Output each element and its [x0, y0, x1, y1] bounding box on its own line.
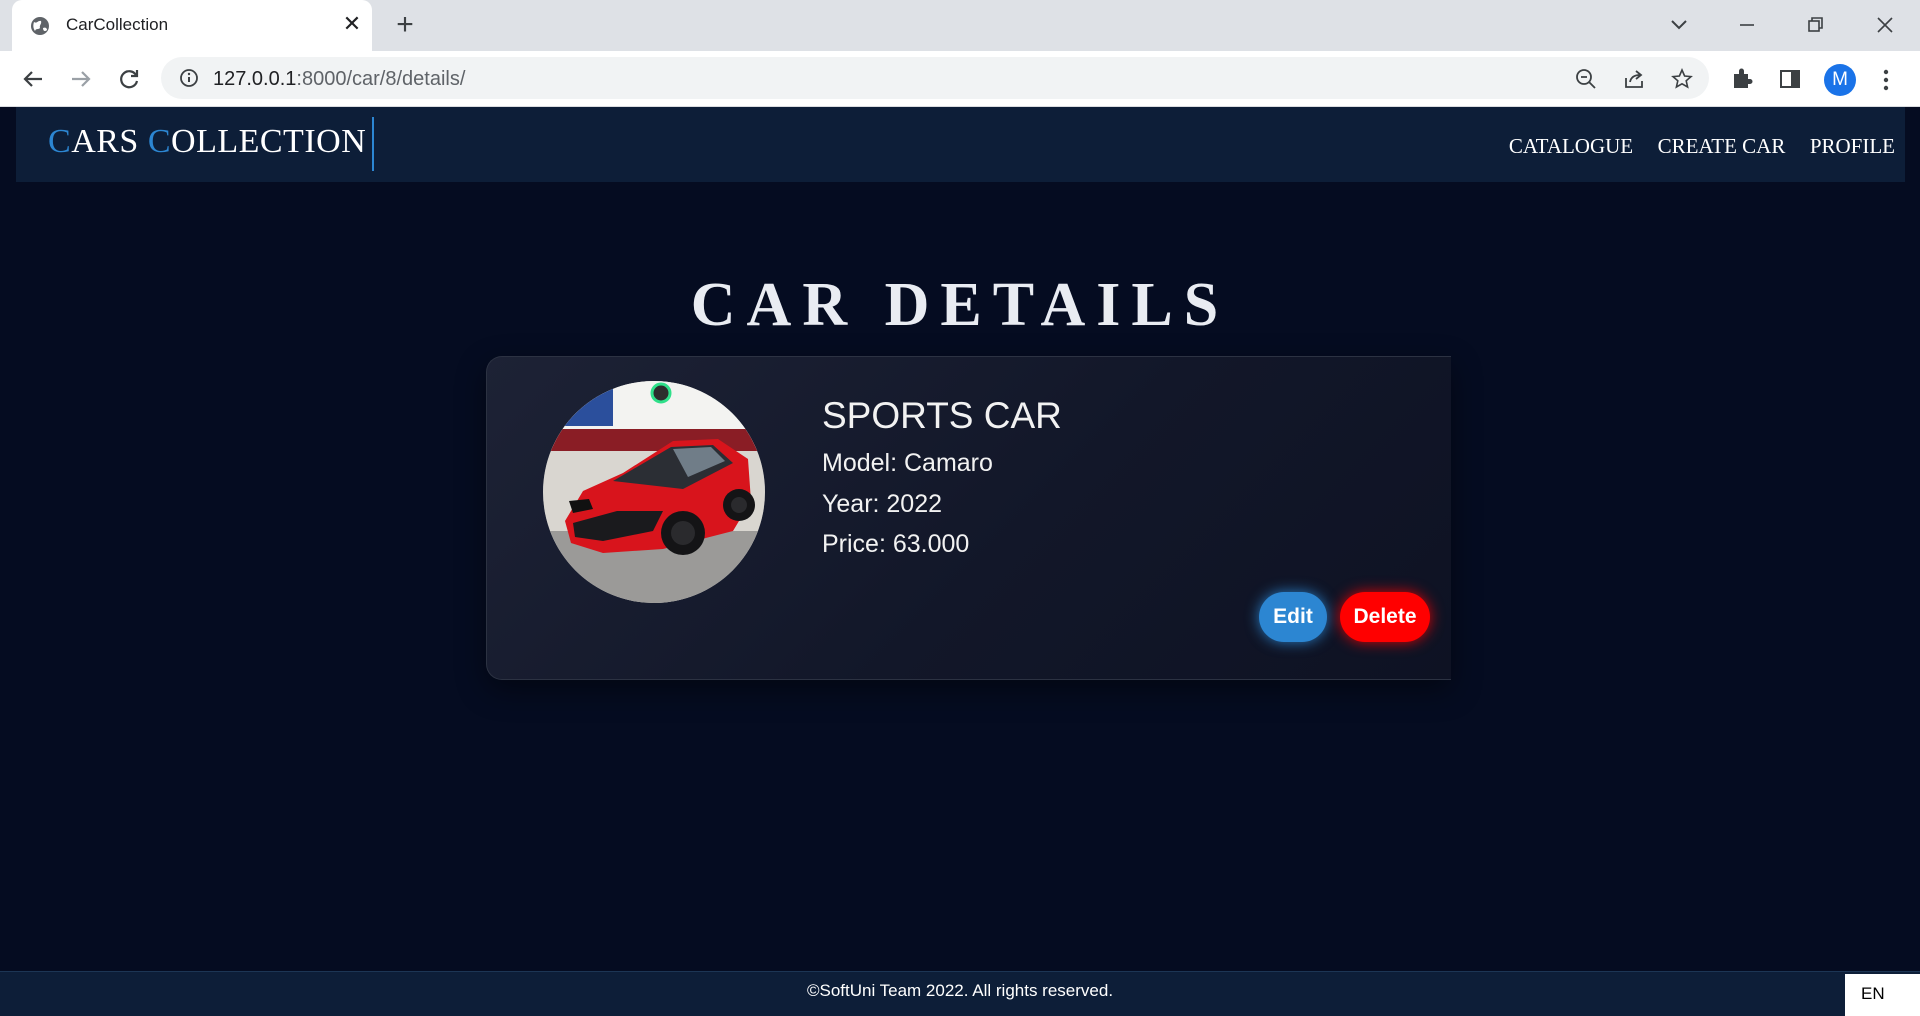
logo-letter: C — [147, 123, 172, 160]
car-year: Year: 2022 — [822, 490, 943, 518]
address-bar[interactable]: 127.0.0.1:8000/car/8/details/ — [161, 57, 1709, 99]
logo-divider — [372, 117, 374, 171]
car-model: Model: Camaro — [822, 449, 993, 477]
browser-tabstrip: CarCollection ✕ + — [0, 0, 1920, 51]
logo-text: OLLECTION — [171, 123, 367, 160]
forward-icon[interactable] — [66, 64, 96, 94]
kebab-menu-icon[interactable] — [1876, 67, 1896, 93]
star-icon[interactable] — [1671, 68, 1693, 90]
close-icon[interactable]: ✕ — [340, 12, 364, 36]
close-window-icon[interactable] — [1870, 10, 1900, 40]
browser-toolbar: 127.0.0.1:8000/car/8/details/ M — [0, 51, 1920, 107]
car-photo — [543, 381, 765, 603]
chevron-down-icon[interactable] — [1664, 10, 1694, 40]
plus-icon[interactable]: + — [390, 10, 420, 41]
back-icon[interactable] — [18, 64, 48, 94]
car-type: SPORTS CAR — [822, 395, 1062, 436]
main-nav: CATALOGUE CREATE CAR PROFILE — [1489, 134, 1895, 159]
car-image — [543, 381, 765, 603]
reload-icon[interactable] — [114, 64, 144, 94]
language-indicator[interactable]: EN — [1845, 974, 1920, 1016]
logo-text: ARS — [71, 123, 148, 160]
edit-button[interactable]: Edit — [1259, 592, 1327, 642]
copyright-text: ©SoftUni Team 2022. All rights reserved. — [806, 981, 1114, 1000]
profile-avatar[interactable]: M — [1824, 64, 1856, 96]
page-title: CAR DETAILS — [690, 270, 1230, 339]
car-details-card: SPORTS CAR Model: Camaro Year: 2022 Pric… — [486, 356, 1451, 680]
restore-icon[interactable] — [1800, 10, 1830, 40]
site-footer: ©SoftUni Team 2022. All rights reserved.… — [0, 971, 1920, 1016]
language-code: EN — [1861, 984, 1885, 1003]
logo-letter: C — [48, 123, 72, 160]
nav-create-car[interactable]: CREATE CAR — [1658, 134, 1786, 158]
site-header: CARS COLLECTION CATALOGUE CREATE CAR PRO… — [16, 107, 1905, 182]
puzzle-icon[interactable] — [1729, 66, 1755, 92]
tab-title: CarCollection — [66, 15, 169, 34]
site-logo[interactable]: CARS COLLECTION — [48, 123, 366, 161]
globe-icon — [31, 17, 49, 35]
nav-profile[interactable]: PROFILE — [1810, 134, 1895, 158]
url-path: :8000/car/8/details/ — [296, 68, 466, 90]
info-icon[interactable] — [179, 68, 199, 88]
minimize-icon[interactable] — [1732, 10, 1762, 40]
share-icon[interactable] — [1623, 68, 1645, 90]
sidebar-icon[interactable] — [1777, 66, 1803, 92]
delete-button[interactable]: Delete — [1340, 592, 1430, 642]
nav-catalogue[interactable]: CATALOGUE — [1509, 134, 1633, 158]
browser-tab[interactable]: CarCollection ✕ — [12, 0, 372, 51]
zoom-out-icon[interactable] — [1575, 68, 1597, 90]
car-price: Price: 63.000 — [822, 530, 970, 558]
url-host: 127.0.0.1 — [213, 68, 297, 90]
url-text: 127.0.0.1:8000/car/8/details/ — [213, 68, 465, 91]
